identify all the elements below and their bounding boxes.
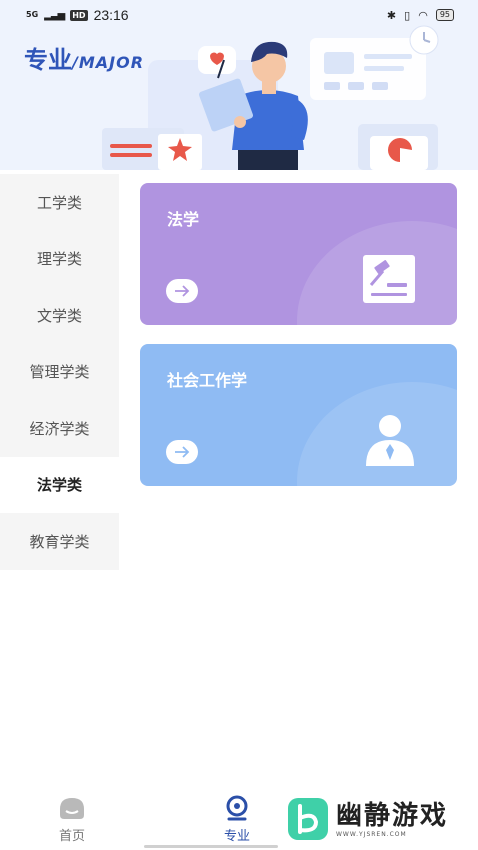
major-card-law[interactable]: 法学 [140, 183, 457, 325]
watermark-logo-icon [288, 798, 328, 840]
wifi-icon: ◠ [418, 8, 428, 22]
nav-home-label: 首页 [58, 829, 85, 844]
bluetooth-icon: ✱ [386, 8, 397, 22]
gavel-book-icon [363, 255, 415, 303]
watermark-logo: 幽静游戏 WWW.YJSREN.COM [288, 796, 448, 842]
sidebar-item-law[interactable]: 法学类 [0, 456, 119, 513]
category-sidebar: 工学类 理学类 文学类 管理学类 经济学类 法学类 教育学类 [0, 174, 119, 570]
major-card-social-work[interactable]: 社会工作学 [140, 344, 457, 486]
major-card-title: 社会工作学 [167, 371, 248, 390]
watermark-title: 幽静游戏 [336, 800, 449, 831]
vibrate-icon: ▯ [404, 8, 411, 22]
watermark-url: WWW.YJSREN.COM [336, 830, 407, 838]
person-icon [366, 415, 414, 466]
nav-home[interactable]: 首页 [57, 795, 87, 844]
nav-major-label: 专业 [223, 829, 250, 844]
status-left: 5G ▂▃▅ HD 23:16 [26, 7, 129, 23]
signal-bars-icon: ▂▃▅ [44, 9, 65, 21]
sidebar-item-management[interactable]: 管理学类 [0, 343, 119, 400]
status-bar: 5G ▂▃▅ HD 23:16 ✱ ▯ ◠ 95 [0, 0, 478, 30]
battery-indicator: 95 [435, 9, 454, 21]
status-time: 23:16 [93, 7, 129, 23]
sidebar-item-economics[interactable]: 经济学类 [0, 400, 119, 457]
arrow-right-icon[interactable] [166, 440, 198, 464]
sidebar-item-literature[interactable]: 文学类 [0, 287, 119, 344]
nav-major[interactable]: 专业 [222, 795, 252, 844]
hd-badge: HD [70, 9, 88, 21]
major-card-title: 法学 [167, 210, 200, 229]
sidebar-item-engineering[interactable]: 工学类 [0, 174, 119, 231]
sidebar-item-science[interactable]: 理学类 [0, 230, 119, 287]
header-illustration [102, 25, 439, 170]
sidebar-item-education[interactable]: 教育学类 [0, 513, 119, 570]
major-icon [226, 795, 248, 821]
watermark-text: 幽静游戏 WWW.YJSREN.COM [336, 801, 448, 838]
home-icon [60, 798, 84, 819]
page-title-cn: 专业 [24, 46, 72, 74]
arrow-right-icon[interactable] [166, 279, 198, 303]
home-indicator[interactable] [144, 845, 278, 848]
status-right: ✱ ▯ ◠ 95 [387, 9, 454, 22]
signal-indicator: 5G [26, 10, 39, 19]
